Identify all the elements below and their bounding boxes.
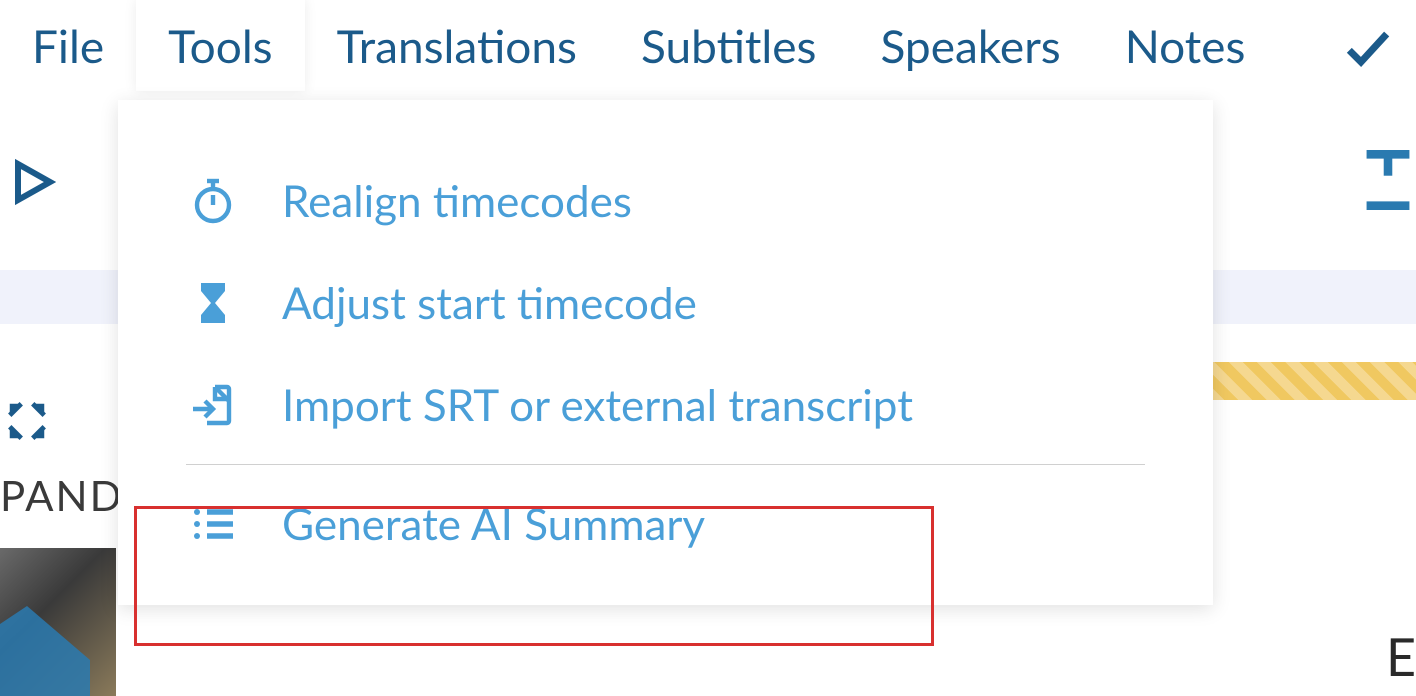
dropdown-adjust-start-timecode[interactable]: Adjust start timecode [118,252,1213,354]
video-thumbnail[interactable] [0,548,116,696]
tools-dropdown: Realign timecodes Adjust start timecode … [118,100,1213,605]
dropdown-divider [186,464,1145,465]
dropdown-realign-timecodes[interactable]: Realign timecodes [118,150,1213,252]
right-letter-partial: E [1386,626,1416,688]
menu-file[interactable]: File [0,0,136,91]
list-icon [186,497,240,551]
hourglass-icon [186,276,240,330]
stopwatch-icon [186,174,240,228]
expand-icon[interactable] [4,398,50,448]
split-icon-partial [1362,150,1414,214]
menu-translations[interactable]: Translations [305,0,609,91]
menu-speakers[interactable]: Speakers [848,0,1092,91]
menu-subtitles[interactable]: Subtitles [609,0,849,91]
dropdown-generate-ai-summary[interactable]: Generate AI Summary [118,473,1213,575]
timeline-region [1210,362,1416,400]
menu-tools[interactable]: Tools [136,0,305,91]
dropdown-item-label: Import SRT or external transcript [282,379,913,431]
expand-label-partial: PAND [0,470,124,520]
dropdown-item-label: Generate AI Summary [282,498,705,550]
dropdown-item-label: Realign timecodes [282,175,632,227]
import-file-icon [186,378,240,432]
menubar: File Tools Translations Subtitles Speake… [0,0,1416,91]
play-icon[interactable] [8,158,56,210]
dropdown-item-label: Adjust start timecode [282,277,697,329]
thumbnail-overlay [0,606,90,696]
menu-notes[interactable]: Notes [1093,0,1278,91]
dropdown-import-srt[interactable]: Import SRT or external transcript [118,354,1213,456]
